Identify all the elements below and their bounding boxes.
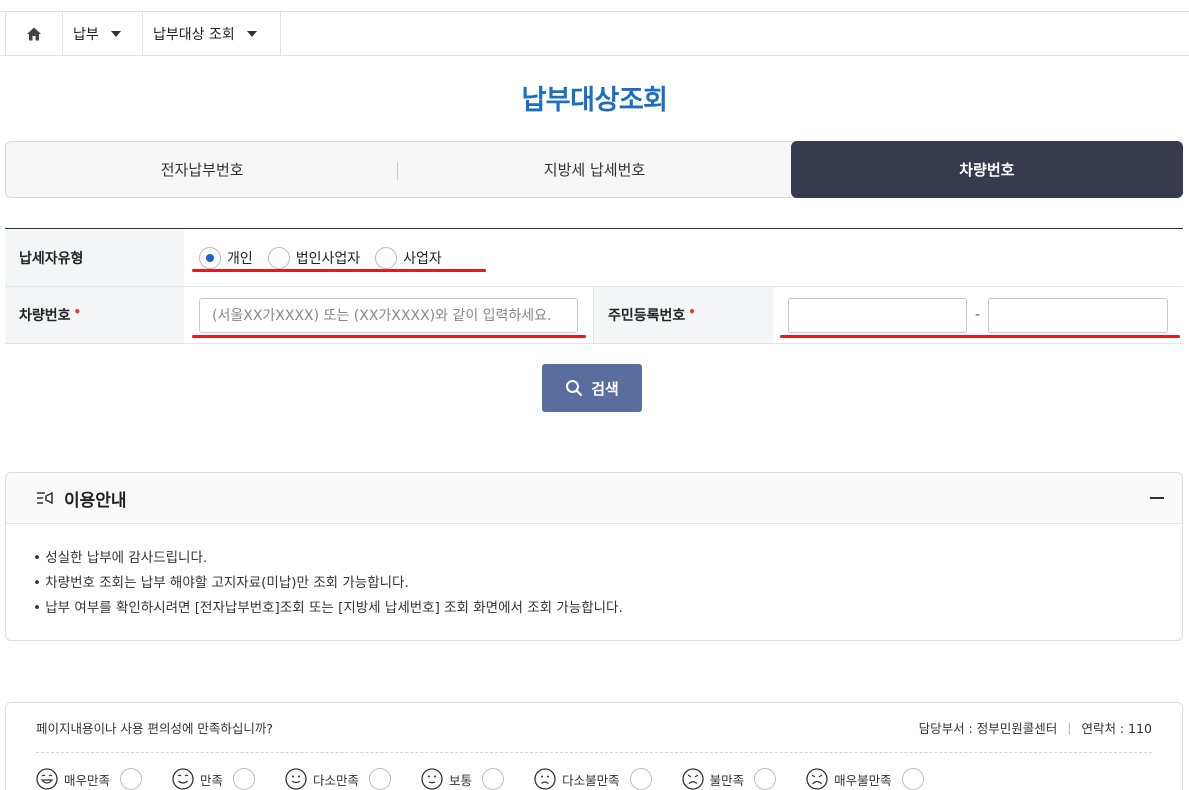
radio-indicator[interactable] (482, 768, 505, 790)
option-dissatisfied[interactable]: 불만족 (681, 768, 777, 790)
list-item: 차량번호 조회는 납부 해야할 고지자료(미납)만 조회 가능합니다. (33, 571, 1182, 596)
usage-guide-title: 이용안내 (64, 490, 127, 511)
option-label: 다소만족 (313, 772, 360, 788)
home-button[interactable] (5, 12, 63, 56)
option-label: 만족 (200, 772, 224, 788)
annotation-underline (192, 335, 586, 338)
option-satisfied[interactable]: 만족 (172, 768, 256, 790)
usage-guide-list: 성실한 납부에 감사드립니다. 차량번호 조회는 납부 해야할 고지자료(미납)… (6, 524, 1182, 621)
taxpayer-type-label: 납세자유형 (5, 229, 184, 286)
frown-face-icon (534, 768, 556, 790)
radio-corporate-business[interactable]: 법인사업자 (267, 246, 361, 269)
radio-indicator[interactable] (754, 768, 777, 790)
radio-indicator[interactable] (369, 768, 392, 790)
option-label: 다소불만족 (562, 772, 620, 788)
required-mark: • (688, 305, 696, 319)
smile-face-icon (285, 768, 307, 790)
car-number-label-text: 차량번호 (19, 308, 71, 324)
radio-indicator[interactable] (120, 768, 143, 790)
list-item: 납부 여부를 확인하시려면 [전자납부번호]조회 또는 [지방세 납세번호] 조… (33, 596, 1182, 621)
taxpayer-type-label-text: 납세자유형 (19, 250, 84, 267)
survey-options: 매우만족 만족 다소만족 보통 다소불만족 불만족 매우불만족 (36, 753, 1152, 790)
rrn-front-input[interactable] (788, 297, 967, 333)
happy-face-icon (172, 768, 194, 790)
radio-indicator[interactable] (901, 768, 924, 790)
radio-indicator[interactable] (267, 246, 290, 269)
taxpayer-type-row: 납세자유형 개인 법인사업자 사업자 (5, 229, 1183, 287)
survey-question: 페이지내용이나 사용 편의성에 만족하십니까? (36, 721, 274, 736)
radio-business[interactable]: 사업자 (375, 246, 442, 269)
usage-guide-panel: 이용안내 성실한 납부에 감사드립니다. 차량번호 조회는 납부 해야할 고지자… (5, 472, 1183, 641)
very-happy-face-icon (36, 768, 58, 790)
option-very-dissatisfied[interactable]: 매우불만족 (806, 768, 924, 790)
breadcrumb: 납부 납부대상 조회 (0, 12, 1189, 56)
rrn-back-input[interactable] (988, 297, 1169, 333)
option-neutral[interactable]: 보통 (421, 768, 505, 790)
option-somewhat-satisfied[interactable]: 다소만족 (285, 768, 392, 790)
radio-label: 사업자 (403, 250, 442, 267)
breadcrumb-item-payment-lookup[interactable]: 납부대상 조회 (143, 12, 281, 56)
option-label: 불만족 (709, 772, 745, 788)
option-label: 보통 (449, 772, 473, 788)
radio-individual[interactable]: 개인 (199, 246, 253, 269)
option-label: 매우불만족 (834, 772, 892, 788)
contact-info: 연락처 : 110 (1081, 721, 1152, 736)
tab-local-tax-number[interactable]: 지방세 납세번호 (398, 142, 790, 197)
caret-down-icon (110, 31, 121, 37)
breadcrumb-label: 납부 (73, 27, 99, 43)
taxpayer-type-radio-group: 개인 법인사업자 사업자 (184, 246, 457, 269)
list-item: 성실한 납부에 감사드립니다. (33, 546, 1182, 571)
radio-label: 개인 (227, 250, 253, 267)
divider: | (1067, 720, 1072, 735)
collapse-icon[interactable] (1150, 497, 1164, 499)
usage-guide-header[interactable]: 이용안내 (6, 473, 1182, 524)
lookup-tabs: 전자납부번호 지방세 납세번호 차량번호 (5, 141, 1183, 198)
radio-indicator[interactable] (233, 768, 256, 790)
department-info: 담당부서 : 정부민원콜센터 (918, 721, 1058, 736)
annotation-underline (192, 269, 486, 272)
option-somewhat-dissatisfied[interactable]: 다소불만족 (534, 768, 652, 790)
breadcrumb-item-payment[interactable]: 납부 (63, 12, 143, 56)
search-button[interactable]: 검색 (542, 364, 642, 412)
option-very-satisfied[interactable]: 매우만족 (36, 768, 143, 790)
required-mark: • (73, 305, 82, 319)
rrn-label: 주민등록번호 • (594, 287, 773, 343)
radio-indicator[interactable] (629, 768, 652, 790)
radio-indicator[interactable] (375, 246, 398, 269)
caret-down-icon (246, 31, 257, 37)
home-icon (27, 27, 41, 41)
rrn-label-text: 주민등록번호 (608, 308, 686, 324)
search-button-label: 검색 (591, 379, 619, 398)
radio-label: 법인사업자 (295, 250, 361, 267)
very-sad-face-icon (806, 768, 828, 790)
tab-vehicle-number[interactable]: 차량번호 (790, 141, 1183, 198)
car-number-input[interactable]: (서울XX가XXXX) 또는 (XX가XXXX)와 같이 입력하세요. (199, 297, 578, 333)
car-number-label: 차량번호 • (5, 287, 184, 343)
rrn-separator: - (975, 307, 981, 323)
annotation-underline (780, 335, 1180, 338)
slight-smile-face-icon (421, 768, 443, 790)
lookup-form: 납세자유형 개인 법인사업자 사업자 차량번호 • (서울XX가XXXX) 또는… (5, 228, 1183, 344)
page-title: 납부대상조회 (521, 85, 668, 116)
search-icon (566, 380, 583, 397)
sad-face-icon (681, 768, 704, 790)
megaphone-icon (37, 491, 53, 505)
satisfaction-survey: 페이지내용이나 사용 편의성에 만족하십니까? 담당부서 : 정부민원콜센터 |… (5, 702, 1183, 790)
option-label: 매우만족 (64, 772, 111, 788)
radio-selected-indicator[interactable] (199, 246, 221, 269)
tab-electronic-payment-number[interactable]: 전자납부번호 (6, 142, 399, 197)
breadcrumb-label: 납부대상 조회 (153, 27, 235, 43)
